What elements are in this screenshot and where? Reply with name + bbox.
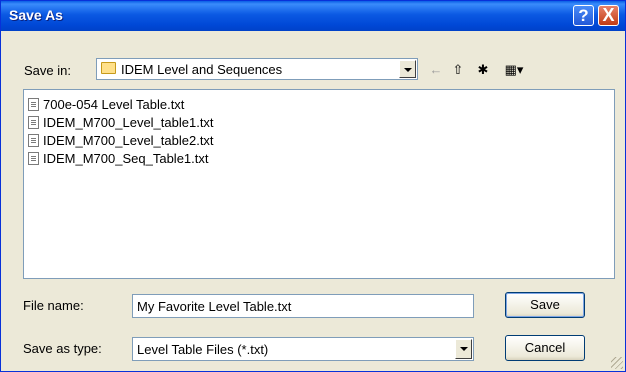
file-name-label: File name: bbox=[23, 298, 84, 313]
chevron-down-icon[interactable] bbox=[399, 60, 416, 78]
save-as-type-value: Level Table Files (*.txt) bbox=[137, 342, 269, 357]
text-file-icon bbox=[28, 152, 39, 165]
resize-grip-icon[interactable] bbox=[611, 357, 623, 369]
file-name-value: My Favorite Level Table.txt bbox=[137, 299, 292, 314]
save-button[interactable]: Save bbox=[505, 292, 585, 318]
views-menu-icon[interactable]: ▦▾ bbox=[501, 61, 527, 79]
window-title: Save As bbox=[9, 7, 63, 23]
save-in-label: Save in: bbox=[24, 63, 71, 78]
up-folder-icon[interactable]: ⇧ bbox=[450, 61, 466, 79]
close-icon: X bbox=[602, 5, 615, 25]
save-in-value: IDEM Level and Sequences bbox=[121, 62, 283, 77]
file-name-text: IDEM_M700_Level_table2.txt bbox=[43, 133, 214, 148]
save-as-type-dropdown[interactable]: Level Table Files (*.txt) bbox=[132, 337, 474, 361]
file-name-text: 700e-054 Level Table.txt bbox=[43, 97, 185, 112]
folder-icon bbox=[101, 62, 116, 74]
save-in-dropdown[interactable]: IDEM Level and Sequences bbox=[96, 58, 418, 80]
chevron-down-icon[interactable] bbox=[455, 339, 472, 359]
close-button[interactable]: X bbox=[598, 5, 619, 26]
new-folder-icon[interactable]: ✱ bbox=[474, 61, 492, 79]
save-as-type-label: Save as type: bbox=[23, 341, 102, 356]
file-name-text: IDEM_M700_Seq_Table1.txt bbox=[43, 151, 209, 166]
back-icon[interactable]: ← bbox=[428, 61, 444, 79]
cancel-button[interactable]: Cancel bbox=[505, 335, 585, 361]
file-name-text: IDEM_M700_Level_table1.txt bbox=[43, 115, 214, 130]
save-as-dialog: Save As ? X Save in: IDEM Level and Sequ… bbox=[0, 0, 626, 372]
text-file-icon bbox=[28, 134, 39, 147]
text-file-icon bbox=[28, 116, 39, 129]
file-name-field[interactable]: My Favorite Level Table.txt bbox=[132, 294, 474, 318]
help-icon: ? bbox=[578, 6, 589, 25]
file-list[interactable]: 700e-054 Level Table.txt IDEM_M700_Level… bbox=[23, 89, 615, 279]
help-button[interactable]: ? bbox=[573, 5, 594, 26]
title-bar[interactable]: Save As ? X bbox=[1, 1, 625, 31]
text-file-icon bbox=[28, 98, 39, 111]
